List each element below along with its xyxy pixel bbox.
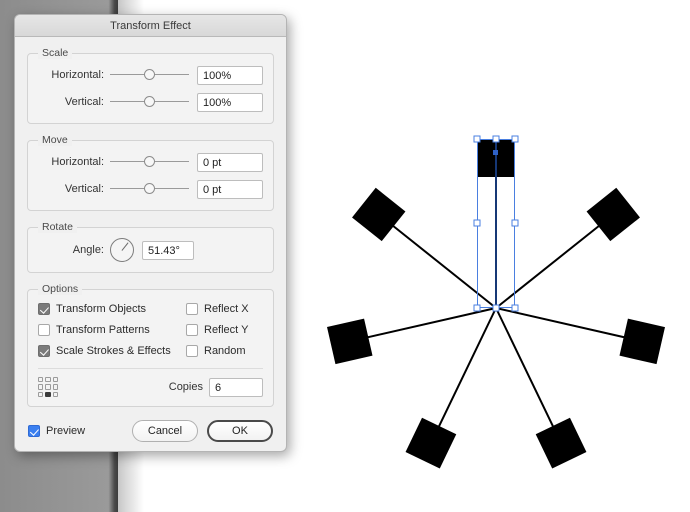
checkbox-scale-strokes-effects[interactable]: Scale Strokes & Effects (38, 342, 186, 359)
angle-dial-icon[interactable] (110, 238, 134, 262)
scale-vertical-input[interactable]: 100% (197, 92, 263, 112)
ref-cell-middle-center[interactable] (45, 384, 51, 390)
checkbox-box[interactable] (38, 344, 50, 357)
scale-horizontal-row: Horizontal: 100% (38, 64, 263, 86)
options-legend: Options (38, 283, 83, 295)
dial-needle (121, 242, 129, 252)
ref-cell-middle-right[interactable] (52, 384, 58, 390)
dialog-body: Scale Horizontal: 100% Vertical: 100% Mo… (15, 47, 286, 407)
move-horizontal-label: Horizontal: (51, 156, 104, 168)
ref-cell-bottom-right[interactable] (52, 391, 58, 397)
checkbox-box[interactable] (38, 323, 50, 336)
shape-copy-7[interactable] (352, 187, 508, 323)
checkbox-reflect-x[interactable]: Reflect X (186, 300, 263, 317)
checkbox-box[interactable] (186, 344, 198, 357)
reference-point-grid-icon[interactable] (38, 377, 58, 397)
dialog-titlebar: Transform Effect (15, 15, 286, 37)
dialog-title: Transform Effect (110, 19, 191, 32)
rotate-legend: Rotate (38, 221, 77, 233)
move-vertical-input[interactable]: 0 pt (197, 179, 263, 199)
scale-legend: Scale (38, 47, 73, 59)
ref-cell-top-left[interactable] (38, 377, 44, 383)
scale-horizontal-label: Horizontal: (51, 69, 104, 81)
cancel-button[interactable]: Cancel (132, 420, 198, 442)
options-checkbox-grid: Transform Objects Reflect X Transform Pa… (38, 300, 263, 359)
copies-label: Copies (168, 381, 203, 393)
move-horizontal-slider[interactable] (110, 154, 189, 170)
move-group: Move Horizontal: 0 pt Vertical: 0 pt (27, 134, 274, 211)
copies-row: Copies 6 (38, 376, 263, 398)
options-divider (38, 368, 263, 369)
checkbox-random[interactable]: Random (186, 342, 263, 359)
checkbox-transform-objects[interactable]: Transform Objects (38, 300, 186, 317)
options-group: Options Transform Objects Reflect X Tran… (27, 283, 274, 407)
ref-cell-bottom-center[interactable] (45, 391, 51, 397)
slider-knob[interactable] (143, 96, 155, 107)
ref-cell-middle-left[interactable] (38, 384, 44, 390)
move-horizontal-input[interactable]: 0 pt (197, 152, 263, 172)
move-vertical-label: Vertical: (64, 183, 104, 195)
slider-knob[interactable] (143, 69, 155, 80)
slider-knob[interactable] (143, 156, 155, 167)
rotate-angle-input[interactable]: 51.43° (142, 240, 194, 260)
ref-cell-top-center[interactable] (45, 377, 51, 383)
checkbox-label: Transform Objects (56, 302, 147, 315)
shape-copy-2[interactable] (484, 187, 640, 323)
checkbox-box[interactable] (28, 425, 40, 437)
scale-horizontal-input[interactable]: 100% (197, 65, 263, 85)
ref-cell-bottom-left[interactable] (38, 391, 44, 397)
preview-label: Preview (46, 425, 86, 437)
dialog-footer: Preview Cancel OK (15, 411, 286, 451)
checkbox-reflect-y[interactable]: Reflect Y (186, 321, 263, 338)
checkbox-box[interactable] (186, 302, 198, 315)
scale-vertical-row: Vertical: 100% (38, 91, 263, 113)
move-vertical-row: Vertical: 0 pt (38, 178, 263, 200)
scale-vertical-label: Vertical: (64, 96, 104, 108)
slider-knob[interactable] (143, 183, 155, 194)
scale-horizontal-slider[interactable] (110, 67, 189, 83)
checkbox-box[interactable] (38, 302, 50, 315)
rotate-group: Rotate Angle: 51.43° (27, 221, 274, 273)
checkbox-box[interactable] (186, 323, 198, 336)
checkbox-transform-patterns[interactable]: Transform Patterns (38, 321, 186, 338)
move-legend: Move (38, 134, 72, 146)
move-vertical-slider[interactable] (110, 181, 189, 197)
checkbox-label: Reflect Y (204, 323, 249, 336)
rotate-angle-row: Angle: 51.43° (38, 236, 263, 264)
checkbox-preview[interactable]: Preview (28, 423, 85, 440)
copies-input[interactable]: 6 (209, 377, 263, 397)
checkbox-label: Transform Patterns (56, 323, 150, 336)
checkbox-label: Reflect X (204, 302, 249, 315)
scale-group: Scale Horizontal: 100% Vertical: 100% (27, 47, 274, 124)
checkbox-label: Scale Strokes & Effects (56, 344, 171, 357)
move-horizontal-row: Horizontal: 0 pt (38, 151, 263, 173)
checkbox-label: Random (204, 344, 246, 357)
transform-effect-dialog[interactable]: Transform Effect Scale Horizontal: 100% … (14, 14, 287, 452)
rotate-angle-label: Angle: (72, 244, 104, 256)
ref-cell-top-right[interactable] (52, 377, 58, 383)
ok-button[interactable]: OK (207, 420, 273, 442)
scale-vertical-slider[interactable] (110, 94, 189, 110)
